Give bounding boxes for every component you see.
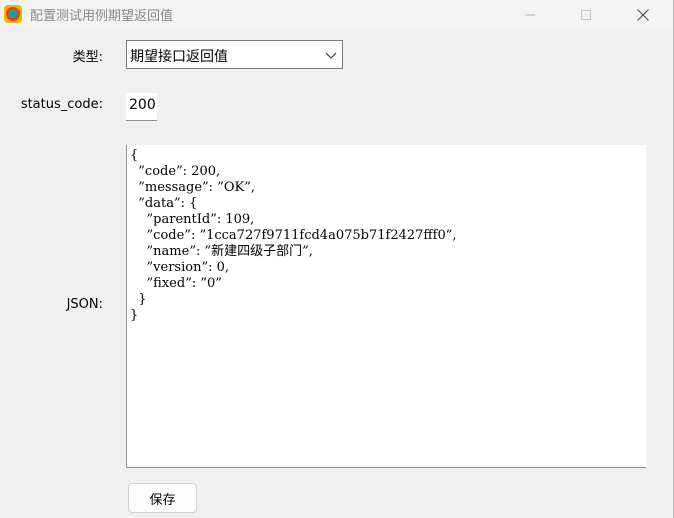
json-label: JSON:: [66, 297, 103, 312]
status-code-input[interactable]: 200: [126, 93, 157, 121]
json-content: { ”code”: 200, ”message”: ”OK”, ”data”: …: [130, 148, 457, 323]
status-code-label: status_code:: [20, 97, 103, 112]
maximize-icon: [581, 10, 591, 20]
title-bar[interactable]: 配置测试用例期望返回值: [0, 0, 673, 30]
window-title: 配置测试用例期望返回值: [30, 9, 174, 24]
save-button[interactable]: 保存: [128, 483, 197, 513]
config-dialog: 配置测试用例期望返回值 类型: 期望接口返回值 status_code: 200…: [0, 0, 674, 518]
type-select[interactable]: 期望接口返回值: [126, 40, 343, 69]
maximize-button[interactable]: [563, 0, 609, 30]
minimize-button[interactable]: [507, 0, 553, 30]
close-button[interactable]: [620, 0, 666, 30]
chevron-down-icon: [325, 52, 337, 59]
type-select-value: 期望接口返回值: [130, 49, 228, 65]
json-textarea[interactable]: { ”code”: 200, ”message”: ”OK”, ”data”: …: [126, 145, 646, 468]
type-label: 类型:: [72, 50, 103, 65]
app-icon: [4, 5, 22, 23]
status-code-value: 200: [129, 97, 156, 113]
close-icon: [637, 9, 649, 21]
minimize-icon: [525, 14, 535, 16]
